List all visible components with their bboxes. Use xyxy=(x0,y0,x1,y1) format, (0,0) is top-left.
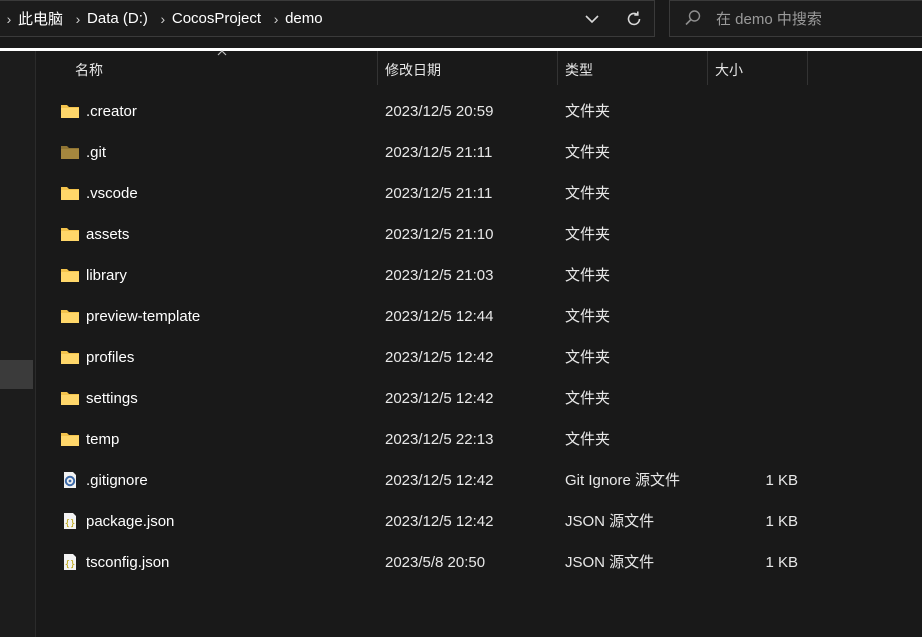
file-name: .vscode xyxy=(86,185,138,202)
history-dropdown-button[interactable] xyxy=(576,1,608,36)
file-name: package.json xyxy=(86,513,175,530)
column-header-type[interactable]: 类型 xyxy=(565,56,593,84)
file-type: JSON 源文件 xyxy=(565,554,655,571)
file-date-modified: 2023/12/5 20:59 xyxy=(385,103,494,120)
file-date-modified: 2023/12/5 21:11 xyxy=(385,144,493,161)
file-date-modified: 2023/12/5 12:44 xyxy=(385,308,494,325)
chevron-right-icon[interactable]: › xyxy=(154,11,172,27)
file-row[interactable]: settings 2023/12/5 12:42 文件夹 xyxy=(37,378,922,419)
file-date-modified: 2023/12/5 21:10 xyxy=(385,226,494,243)
toolbar-divider xyxy=(0,48,922,51)
folder-hidden-icon xyxy=(60,143,80,161)
column-header-name[interactable]: 名称 xyxy=(75,56,103,84)
navigation-pane[interactable] xyxy=(0,51,35,637)
file-type: 文件夹 xyxy=(565,390,611,407)
file-date-modified: 2023/12/5 21:03 xyxy=(385,267,494,284)
folder-icon xyxy=(60,102,80,120)
file-name: temp xyxy=(86,431,120,448)
folder-icon xyxy=(60,266,80,284)
file-name: profiles xyxy=(86,349,135,366)
file-date-modified: 2023/12/5 12:42 xyxy=(385,349,494,366)
chevron-down-icon xyxy=(585,14,599,23)
column-header-date[interactable]: 修改日期 xyxy=(385,56,441,84)
file-type: Git Ignore 源文件 xyxy=(565,472,681,489)
search-box[interactable] xyxy=(669,0,922,37)
file-name: tsconfig.json xyxy=(86,554,170,571)
file-type: 文件夹 xyxy=(565,349,611,366)
file-name: settings xyxy=(86,390,138,407)
sort-ascending-icon xyxy=(217,50,227,56)
file-name: preview-template xyxy=(86,308,201,325)
folder-icon xyxy=(60,307,80,325)
svg-text:{}: {} xyxy=(65,519,76,529)
settings-file-icon xyxy=(60,471,80,489)
refresh-icon xyxy=(627,11,641,25)
file-date-modified: 2023/12/5 12:42 xyxy=(385,390,494,407)
file-row[interactable]: library 2023/12/5 21:03 文件夹 xyxy=(37,255,922,296)
column-separator[interactable] xyxy=(807,51,808,85)
file-type: 文件夹 xyxy=(565,103,611,120)
file-date-modified: 2023/12/5 12:42 xyxy=(385,472,494,489)
folder-icon xyxy=(60,348,80,366)
navigation-pane-divider[interactable] xyxy=(35,51,36,637)
chevron-right-icon: › xyxy=(6,10,12,27)
file-row[interactable]: {} package.json 2023/12/5 12:42 JSON 源文件 1 K… xyxy=(37,501,922,542)
json-file-icon: {} xyxy=(60,512,80,530)
search-icon xyxy=(685,10,701,26)
refresh-button[interactable] xyxy=(618,1,650,36)
file-size: 1 KB xyxy=(765,472,798,489)
file-date-modified: 2023/12/5 21:11 xyxy=(385,185,493,202)
file-type: 文件夹 xyxy=(565,226,611,243)
file-date-modified: 2023/12/5 12:42 xyxy=(385,513,494,530)
file-name: .git xyxy=(86,144,107,161)
address-bar[interactable]: › 此电脑 › Data (D:) › CocosProject › demo xyxy=(0,0,655,37)
folder-icon xyxy=(60,184,80,202)
folder-icon xyxy=(60,430,80,448)
file-name: assets xyxy=(86,226,130,243)
search-input[interactable] xyxy=(714,7,918,31)
file-row[interactable]: .git 2023/12/5 21:11 文件夹 xyxy=(37,132,922,173)
file-name: .gitignore xyxy=(86,472,148,489)
folder-icon xyxy=(60,389,80,407)
breadcrumb-this-pc[interactable]: 此电脑 xyxy=(18,8,69,29)
breadcrumb-cocos-project[interactable]: CocosProject xyxy=(172,10,267,27)
navigation-pane-selected-item[interactable] xyxy=(0,360,33,389)
file-type: 文件夹 xyxy=(565,144,611,161)
column-separator[interactable] xyxy=(377,51,378,85)
file-row[interactable]: temp 2023/12/5 22:13 文件夹 xyxy=(37,419,922,460)
file-name: library xyxy=(86,267,127,284)
json-file-icon: {} xyxy=(60,553,80,571)
file-row[interactable]: preview-template 2023/12/5 12:44 文件夹 xyxy=(37,296,922,337)
breadcrumb-data-drive[interactable]: Data (D:) xyxy=(87,10,154,27)
breadcrumb: › 此电脑 › Data (D:) › CocosProject › demo xyxy=(0,1,329,36)
svg-text:{}: {} xyxy=(65,560,76,570)
file-date-modified: 2023/5/8 20:50 xyxy=(385,554,486,571)
file-type: 文件夹 xyxy=(565,308,611,325)
file-row[interactable]: .vscode 2023/12/5 21:11 文件夹 xyxy=(37,173,922,214)
breadcrumb-demo[interactable]: demo xyxy=(285,10,329,27)
file-row[interactable]: .creator 2023/12/5 20:59 文件夹 xyxy=(37,91,922,132)
file-type: 文件夹 xyxy=(565,431,611,448)
file-type: JSON 源文件 xyxy=(565,513,655,530)
file-name: .creator xyxy=(86,103,137,120)
file-type: 文件夹 xyxy=(565,185,611,202)
file-type: 文件夹 xyxy=(565,267,611,284)
file-row[interactable]: .gitignore 2023/12/5 12:42 Git Ignore 源文件 1… xyxy=(37,460,922,501)
file-row[interactable]: {} tsconfig.json 2023/5/8 20:50 JSON 源文件 1 K… xyxy=(37,542,922,583)
column-separator[interactable] xyxy=(557,51,558,85)
column-header-size[interactable]: 大小 xyxy=(715,56,743,84)
file-row[interactable]: profiles 2023/12/5 12:42 文件夹 xyxy=(37,337,922,378)
column-separator[interactable] xyxy=(707,51,708,85)
chevron-right-icon[interactable]: › xyxy=(267,11,285,27)
file-size: 1 KB xyxy=(765,554,798,571)
file-row[interactable]: assets 2023/12/5 21:10 文件夹 xyxy=(37,214,922,255)
folder-icon xyxy=(60,225,80,243)
file-date-modified: 2023/12/5 22:13 xyxy=(385,431,494,448)
file-size: 1 KB xyxy=(765,513,798,530)
chevron-right-icon[interactable]: › xyxy=(69,11,87,27)
